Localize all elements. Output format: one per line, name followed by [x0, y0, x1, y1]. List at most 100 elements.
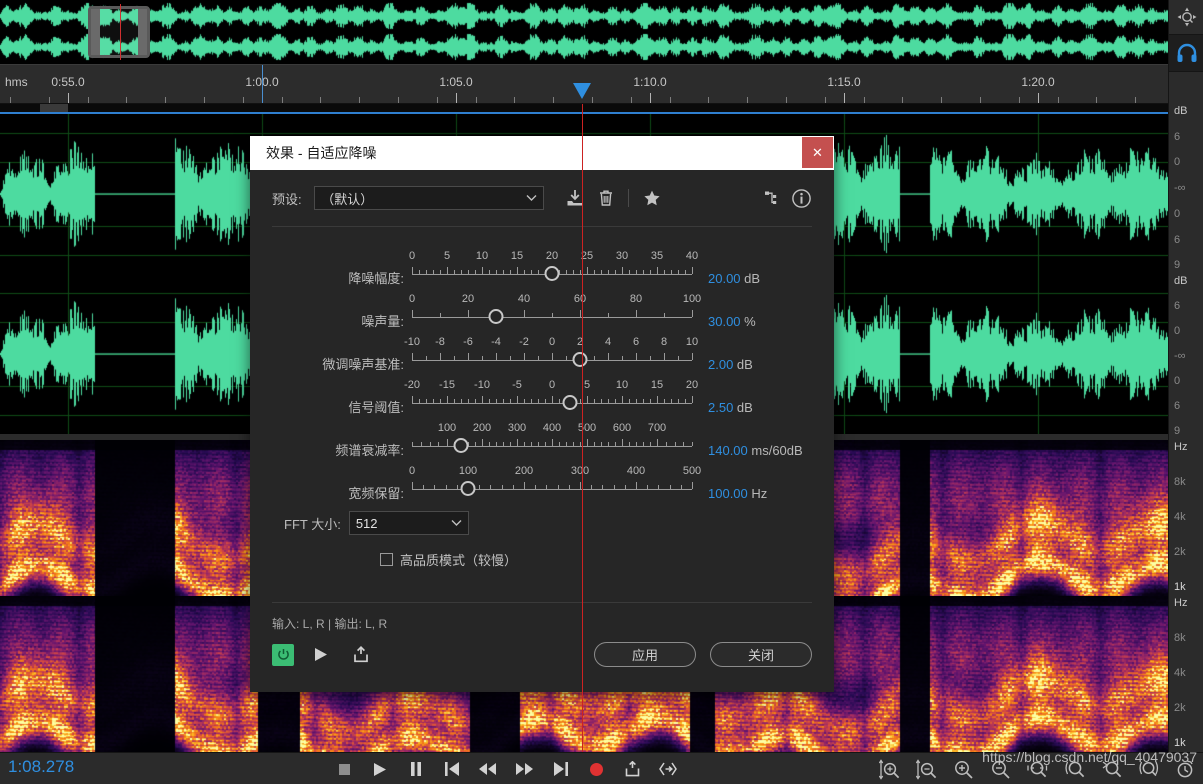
slider-track-signal-threshold[interactable]: -20 -15 -10 -5 0 5 10 15 20	[404, 379, 698, 417]
slider-minor-tick	[674, 442, 676, 446]
slider-tick-label: 400	[542, 422, 562, 434]
zoom-in-button[interactable]	[952, 759, 975, 780]
slider-track-noise-reduction-amount[interactable]: 0 5 10 15 20 25 30 35 40	[409, 250, 698, 288]
rewind-button[interactable]	[479, 760, 497, 778]
slider-minor-tick	[559, 442, 560, 446]
record-button[interactable]	[587, 760, 605, 778]
slider-minor-tick	[440, 399, 441, 403]
slider-tick-label: 6	[632, 336, 640, 348]
scale-tick-label: 1k	[1174, 581, 1186, 594]
close-button[interactable]: 关闭	[710, 642, 812, 667]
preview-play-button[interactable]	[308, 644, 334, 666]
slider-major-tick	[517, 267, 518, 274]
ruler-minor-tick	[670, 97, 671, 103]
slider-minor-tick	[629, 399, 630, 403]
zoom-in-amplitude-button[interactable]	[878, 758, 901, 780]
favorite-star-icon[interactable]	[641, 185, 662, 211]
zoom-out-amplitude-button[interactable]	[915, 758, 938, 780]
slider-minor-tick	[664, 399, 665, 403]
dialog-footer: 输入: L, R | 输出: L, R 应用 关闭	[250, 602, 834, 692]
overview-waveform[interactable]	[0, 0, 1168, 64]
slider-minor-tick	[657, 442, 658, 446]
zoom-navigate-icon[interactable]	[1169, 0, 1203, 34]
slider-minor-tick	[573, 442, 574, 446]
slider-tick-label: 0	[408, 293, 416, 305]
zoom-selection-button[interactable]	[659, 760, 677, 778]
dialog-title-bar[interactable]: 效果 - 自适应降噪 ✕	[250, 136, 834, 170]
slider-major-tick	[412, 482, 413, 489]
slider-tick-label: 40	[685, 250, 699, 262]
effect-dialog[interactable]: 效果 - 自适应降噪 ✕ 预设: （默认） 降噪幅度: 0 5 10 15 20…	[250, 136, 834, 692]
export-button[interactable]	[348, 644, 374, 666]
slider-major-tick	[468, 353, 469, 360]
slider-minor-tick	[580, 270, 581, 274]
slider-major-tick	[692, 482, 693, 489]
slider-thumb-signal-threshold[interactable]	[562, 395, 577, 410]
slider-major-tick	[447, 396, 448, 403]
slider-minor-tick	[510, 270, 511, 274]
slider-major-tick	[468, 310, 469, 317]
dialog-close-button[interactable]: ✕	[802, 137, 833, 168]
slider-minor-tick	[636, 270, 637, 274]
slider-thumb-spectral-decay-rate[interactable]	[453, 438, 469, 453]
skip-to-end-button[interactable]	[551, 760, 569, 778]
preset-select[interactable]: （默认）	[314, 186, 545, 210]
slider-minor-tick	[538, 270, 539, 274]
slider-minor-tick	[664, 270, 665, 274]
scale-tick-label: dB	[1174, 275, 1188, 287]
slider-major-tick	[636, 310, 637, 317]
slider-row-signal-threshold: 信号阈值: -20 -15 -10 -5 0 5 10 15 20 2.50 dB	[272, 374, 812, 417]
playhead-marker[interactable]	[573, 83, 591, 99]
slider-tick-label: 300	[570, 465, 590, 477]
ruler-minor-tick	[553, 97, 554, 103]
high-quality-checkbox[interactable]	[380, 552, 393, 566]
slider-minor-tick	[643, 270, 644, 274]
slider-value-number: 140.00	[708, 443, 748, 458]
ruler-minor-tick	[514, 97, 515, 103]
slider-tick-label: 500	[577, 422, 597, 434]
ruler-minor-tick	[282, 97, 283, 103]
slider-minor-tick	[426, 399, 427, 403]
slider-track-noisiness[interactable]: 0 20 40 60 80 100	[408, 293, 701, 331]
slider-track-fine-tune-noise-floor[interactable]: -10 -8 -6 -4 -2 0 2 4 6 8 10	[404, 336, 698, 374]
loop-button[interactable]	[623, 760, 641, 778]
slider-minor-tick	[503, 442, 504, 446]
headphone-icon[interactable]	[1169, 35, 1203, 71]
slider-track-spectral-decay-rate[interactable]: 100 200 300 400 500 600 700	[412, 422, 693, 460]
play-button[interactable]	[371, 760, 389, 778]
scale-tick-label: 4k	[1174, 667, 1186, 680]
ruler-minor-tick	[320, 97, 321, 103]
routing-icon[interactable]	[760, 185, 781, 211]
pause-button[interactable]	[407, 760, 425, 778]
slider-value-fine-tune-noise-floor: 2.00 dB	[692, 357, 753, 374]
overview-canvas[interactable]	[0, 0, 1168, 64]
slider-major-tick	[496, 353, 497, 360]
slider-thumb-noise-reduction-amount[interactable]	[544, 266, 560, 281]
ruler-minor-tick	[398, 97, 399, 103]
slider-minor-tick	[501, 485, 503, 489]
slider-minor-tick	[489, 399, 490, 403]
slider-track-broadband-preservation[interactable]: 0 100 200 300 400 500	[409, 465, 701, 503]
slider-tick-label: 40	[517, 293, 531, 305]
selection-scrollbar[interactable]	[0, 104, 1168, 114]
delete-preset-icon[interactable]	[595, 185, 616, 211]
timeline-ruler[interactable]: hms 0:55.01:00.01:05.01:10.01:15.01:20.0	[0, 64, 1168, 104]
skip-to-start-button[interactable]	[443, 760, 461, 778]
slider-minor-tick	[545, 442, 546, 446]
slider-thumb-noisiness[interactable]	[488, 309, 504, 324]
slider-thumb-broadband-preservation[interactable]	[460, 481, 476, 496]
apply-button[interactable]: 应用	[594, 642, 696, 667]
info-icon[interactable]	[791, 185, 812, 211]
stop-button[interactable]	[335, 760, 353, 778]
slider-minor-tick	[510, 399, 511, 403]
slider-thumb-fine-tune-noise-floor[interactable]	[572, 352, 588, 367]
io-channel-text: 输入: L, R | 输出: L, R	[272, 617, 388, 631]
ruler-minor-tick	[1135, 97, 1136, 103]
slider-major-tick	[580, 482, 581, 489]
slider-major-tick	[524, 310, 525, 317]
fft-size-select[interactable]: 512	[348, 511, 469, 535]
slider-value-unit: Hz	[747, 486, 768, 501]
power-toggle-button[interactable]	[272, 643, 294, 666]
high-quality-mode-row[interactable]: 高品质模式（较慢）	[272, 543, 812, 575]
fast-forward-button[interactable]	[515, 760, 533, 778]
